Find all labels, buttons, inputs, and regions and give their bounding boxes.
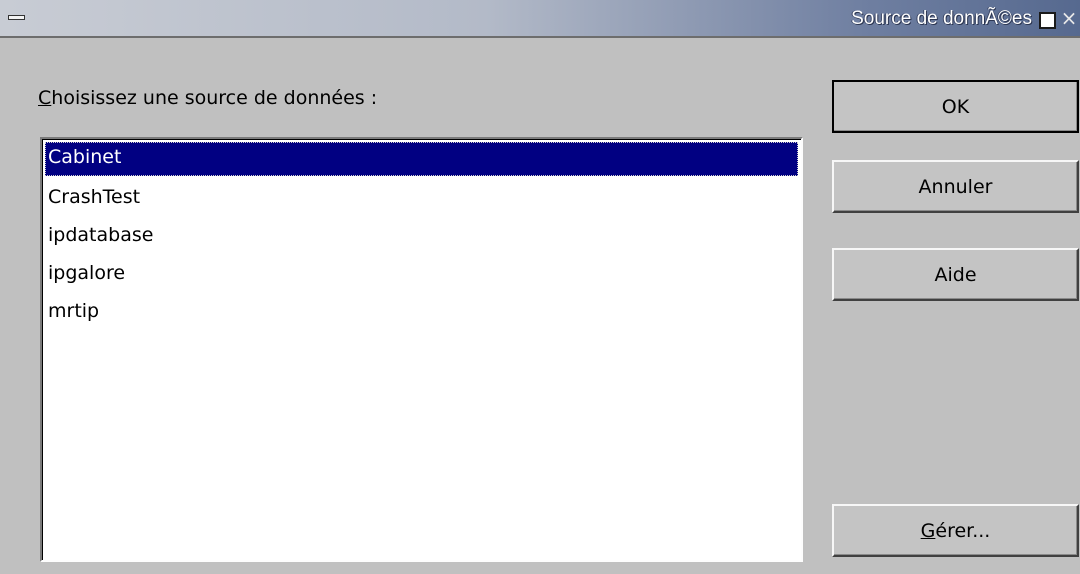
ok-button[interactable]: OK [832,80,1079,133]
datasource-prompt-label: Choisissez une source de données : [38,87,377,109]
list-item-crashtest[interactable]: CrashTest [45,180,798,218]
list-item-ipdatabase[interactable]: ipdatabase [45,218,798,256]
prompt-mnemonic: C [38,87,52,109]
close-icon[interactable]: × [1059,8,1079,28]
cancel-button-label: Annuler [918,175,993,198]
help-button-label: Aide [934,263,977,286]
help-button[interactable]: Aide [832,248,1079,301]
window-title: Source de donnÃ©es [851,8,1032,29]
list-item-ipgalore[interactable]: ipgalore [45,256,798,294]
manage-mnemonic: G [920,519,936,542]
window-menu-icon[interactable] [6,7,26,27]
list-item-cabinet[interactable]: Cabinet [45,142,798,176]
manage-button[interactable]: Gérer... [832,504,1079,557]
ok-button-label: OK [941,95,970,118]
datasource-dialog: Source de donnÃ©es × Choisissez une sour… [0,0,1080,574]
manage-button-label: érer... [935,519,991,542]
prompt-text: hoisissez une source de données : [51,87,378,109]
title-bar[interactable]: Source de donnÃ©es × [0,0,1080,38]
list-item-mrtip[interactable]: mrtip [45,294,798,332]
cancel-button[interactable]: Annuler [832,160,1079,213]
datasource-listbox[interactable]: Cabinet CrashTest ipdatabase ipgalore mr… [40,137,803,562]
maximize-icon[interactable] [1039,12,1056,29]
